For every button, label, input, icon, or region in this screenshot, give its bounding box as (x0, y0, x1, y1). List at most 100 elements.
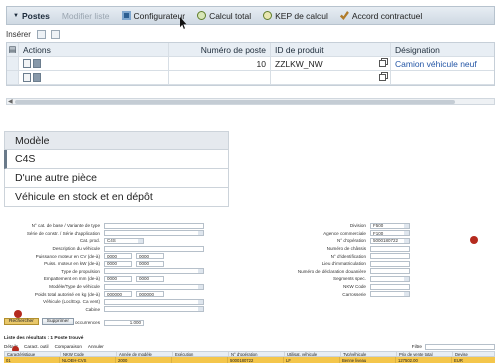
delete-icon[interactable] (33, 59, 41, 68)
sales-office-input[interactable]: F100 (370, 230, 410, 237)
form-row: Lieu d'immatriculation (290, 260, 490, 268)
weight-to-input[interactable]: 000000 (136, 291, 164, 298)
form-row: Poids total autorisé en kg (de-à) 000000… (4, 290, 204, 298)
configurator-icon (121, 11, 131, 20)
form-row: NKW Code (290, 283, 490, 291)
row-designation-link[interactable]: Camion véhicule neuf (395, 59, 477, 69)
wheelbase-to-input[interactable]: 0000 (136, 275, 164, 282)
weight-from-input[interactable]: 000000 (104, 291, 132, 298)
row-product-id: ZZLKW_NW (275, 58, 323, 69)
division-input[interactable]: F500 (370, 222, 410, 229)
field-label: Type de propulsion (61, 268, 100, 274)
step-marker-icon (14, 310, 22, 318)
field-label: Cat. prod. (79, 238, 100, 244)
edit-icon[interactable] (23, 59, 31, 68)
form-row: Division F500 (290, 222, 490, 230)
col-id-produit: ID de produit (271, 43, 391, 56)
form-row: Modèle/Type de véhicule (4, 283, 204, 291)
identification-number-input[interactable] (370, 253, 410, 260)
vehicle-description-input[interactable] (104, 245, 204, 252)
series-select[interactable] (104, 230, 204, 237)
field-label: Empattement en mm (de-à) (43, 276, 100, 282)
form-row: Type de propulsion (4, 268, 204, 276)
model-option-stock-vehicle[interactable]: Véhicule en stock et en dépôt (4, 188, 229, 207)
model-option-other-part[interactable]: D'une autre pièce (4, 169, 229, 188)
table-row[interactable]: 01 NLOEH-CVS 2000 5000180722 LF Benne li… (4, 357, 495, 363)
row-designation-cell (391, 71, 494, 84)
horizontal-scrollbar[interactable]: ◀ (6, 98, 495, 105)
filter-input[interactable] (425, 343, 495, 350)
row-product-cell[interactable] (271, 71, 391, 84)
power-kw-from-input[interactable]: 0000 (104, 260, 132, 267)
power-kw-to-input[interactable]: 0000 (136, 260, 164, 267)
accord-contractuel-button[interactable]: Accord contractuel (334, 7, 428, 24)
postes-menu[interactable]: ▼ Postes (7, 7, 56, 24)
chassis-number-input[interactable] (370, 245, 410, 252)
scroll-left-icon[interactable]: ◀ (8, 98, 13, 105)
cancel-button[interactable]: Annuler (88, 344, 104, 349)
bodywork-select[interactable] (370, 291, 410, 298)
row-selector[interactable] (7, 71, 19, 84)
tool-characteristics-button[interactable]: Caract. outil (24, 344, 49, 349)
segments-select[interactable] (370, 275, 410, 282)
accord-contractuel-label: Accord contractuel (351, 10, 423, 21)
form-row: Carrosserie (290, 290, 490, 298)
propulsion-type-select[interactable] (104, 268, 204, 275)
form-row: Cat. prod. C4S (4, 237, 204, 245)
edit-icon[interactable] (23, 73, 31, 82)
vehicle-model-select[interactable] (104, 283, 204, 290)
field-label: Poids total autorisé en kg (de-à) (34, 291, 100, 297)
field-label: Modèle/Type de véhicule (49, 284, 100, 290)
form-row: N° d'opération 5000180722 (290, 237, 490, 245)
scrollbar-thumb[interactable] (15, 100, 455, 104)
field-label: Division (349, 223, 366, 229)
kep-calcul-button[interactable]: KEP de calcul (257, 7, 334, 24)
calcul-total-button[interactable]: Calcul total (191, 7, 257, 24)
nkw-code-input[interactable] (370, 283, 410, 290)
configurateur-button[interactable]: Configurateur (116, 7, 192, 24)
results-col: Exécution (173, 352, 229, 356)
power-cv-from-input[interactable]: 0000 (104, 253, 132, 260)
base-catalog-input[interactable] (104, 222, 204, 229)
form-row: Agence commerciale F100 (290, 230, 490, 238)
results-col: Prix de vente total (397, 352, 453, 356)
row-numero (169, 71, 271, 84)
delete-icon[interactable] (33, 73, 41, 82)
operation-number-input[interactable]: 5000180722 (370, 237, 410, 244)
table-row[interactable] (7, 71, 494, 85)
value-help-icon[interactable] (379, 74, 386, 81)
power-cv-to-input[interactable]: 0000 (136, 253, 164, 260)
form-row: Numéro de châssis (290, 245, 490, 253)
field-label: N° d'opération (336, 238, 366, 244)
table-row[interactable]: 10 ZZLKW_NW Camion véhicule neuf (7, 57, 494, 71)
cabin-select[interactable] (104, 306, 204, 313)
customs-declaration-input[interactable] (370, 268, 410, 275)
col-actions: Actions (19, 43, 169, 56)
results-col: Typ/véhicule (341, 352, 397, 356)
search-buttons: Rechercher Supprimer (4, 318, 74, 325)
wheelbase-from-input[interactable]: 0000 (104, 275, 132, 282)
field-label: Segments spec. (333, 276, 366, 282)
value-help-icon[interactable] (379, 60, 386, 67)
field-label: N° cat. de base / Variante de type (31, 223, 100, 229)
insert-button[interactable]: Insérer (6, 30, 31, 39)
row-product-cell[interactable]: ZZLKW_NW (271, 57, 391, 70)
vehicle-usage-select[interactable] (104, 298, 204, 305)
max-occurrences-input[interactable]: 1.000 (104, 319, 144, 326)
modifier-liste-button[interactable]: Modifier liste (56, 7, 116, 24)
field-label: Série de constr. / Série d'application (26, 230, 100, 236)
search-button[interactable]: Rechercher (4, 318, 39, 325)
insert-row-icon[interactable] (36, 29, 46, 39)
product-category-select[interactable]: C4S (104, 237, 144, 244)
registration-place-input[interactable] (370, 260, 410, 267)
results-cell: 5000180722 (228, 357, 284, 363)
copy-row-icon[interactable] (50, 29, 60, 39)
form-row: Série de constr. / Série d'application (4, 230, 204, 238)
kep-icon (263, 11, 273, 20)
reset-button[interactable]: Supprimer (41, 318, 74, 325)
select-all-icon[interactable]: ▤ (7, 43, 19, 56)
field-label: Puiss. moteur en kW (de-à) (44, 261, 100, 267)
row-selector[interactable] (7, 57, 19, 70)
model-option-c4s[interactable]: C4S (4, 150, 229, 169)
comparison-button[interactable]: Comparaison (55, 344, 82, 349)
